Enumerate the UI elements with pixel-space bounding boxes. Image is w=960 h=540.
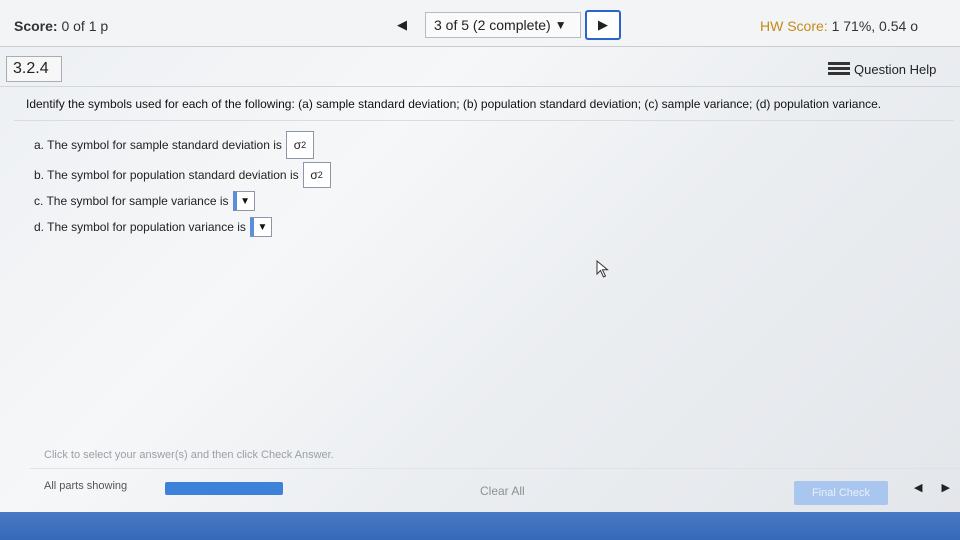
hw-score-value: 1 71%, 0.54 o xyxy=(831,18,918,34)
hw-score-label: HW Score: xyxy=(760,18,828,34)
final-check-button[interactable]: Final Check xyxy=(794,481,888,505)
score-display: Score: 0 of 1 p xyxy=(14,18,108,34)
chevron-down-icon: ▼ xyxy=(554,18,567,32)
question-number: 3.2.4 xyxy=(6,56,62,82)
part-b-text: b. The symbol for population standard de… xyxy=(34,168,299,182)
question-help-button[interactable]: Question Help xyxy=(828,58,952,80)
divider xyxy=(14,120,954,121)
menu-list-icon xyxy=(828,62,850,76)
part-d: d. The symbol for population variance is… xyxy=(34,217,272,237)
question-help-label: Question Help xyxy=(854,61,937,77)
part-d-dropdown[interactable]: ▼ xyxy=(249,217,272,237)
question-bar: 3.2.4 Question Help xyxy=(0,50,960,87)
right-arrow-icon: ▶ xyxy=(598,17,608,32)
question-progress: 3 of 5 (2 complete) xyxy=(434,17,551,33)
top-bar: Score: 0 of 1 p ◀ 3 of 5 (2 complete) ▼ … xyxy=(0,0,960,47)
next-question-button[interactable]: ▶ xyxy=(585,10,621,40)
parts-progress-bar xyxy=(165,482,283,495)
part-c-text: c. The symbol for sample variance is xyxy=(34,194,229,208)
part-c: c. The symbol for sample variance is ▼ xyxy=(34,191,255,211)
mouse-cursor-icon xyxy=(596,260,609,278)
part-a-answer: σ xyxy=(293,138,302,152)
hw-score: HW Score: 1 71%, 0.54 o xyxy=(760,18,918,34)
question-prompt: Identify the symbols used for each of th… xyxy=(26,97,882,111)
part-b-answer-exponent: 2 xyxy=(317,170,323,180)
clear-all-button[interactable]: Clear All xyxy=(480,484,525,498)
next-arrow-icon[interactable]: ▶ xyxy=(942,482,950,494)
footer-bar xyxy=(0,512,960,540)
question-selector[interactable]: 3 of 5 (2 complete) ▼ xyxy=(425,12,581,38)
previous-question-button[interactable]: ◀ xyxy=(390,14,414,36)
left-arrow-icon: ◀ xyxy=(397,17,407,32)
parts-status: All parts showing xyxy=(44,480,128,492)
part-d-text: d. The symbol for population variance is xyxy=(34,220,246,234)
part-c-dropdown[interactable]: ▼ xyxy=(232,191,255,211)
prev-arrow-icon[interactable]: ◀ xyxy=(914,482,922,494)
bottom-nav: ◀ ▶ xyxy=(906,481,958,494)
part-b: b. The symbol for population standard de… xyxy=(34,162,331,188)
part-a-text: a. The symbol for sample standard deviat… xyxy=(34,138,282,152)
score-value: 0 of 1 p xyxy=(61,18,109,34)
part-a-answer-exponent: 2 xyxy=(301,140,307,150)
instruction-text: Click to select your answer(s) and then … xyxy=(44,449,334,461)
part-b-answer: σ xyxy=(310,168,318,182)
divider xyxy=(30,468,960,469)
part-b-answer-box[interactable]: σ2 xyxy=(302,162,331,188)
part-a-answer-box[interactable]: σ2 xyxy=(285,131,314,159)
score-label: Score: xyxy=(14,18,58,34)
part-a: a. The symbol for sample standard deviat… xyxy=(34,131,314,159)
dropdown-arrow-icon: ▼ xyxy=(240,195,250,207)
dropdown-arrow-icon: ▼ xyxy=(257,221,268,233)
